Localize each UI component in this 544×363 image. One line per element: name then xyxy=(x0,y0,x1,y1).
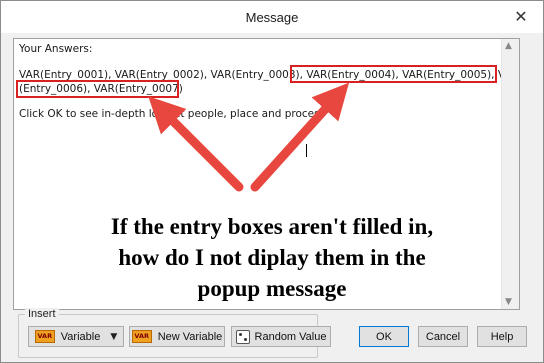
variable-dropdown-label: Variable xyxy=(60,330,101,343)
new-variable-button[interactable]: VAR New Variable xyxy=(129,326,225,347)
variable-dropdown[interactable]: VAR Variable ▼ xyxy=(28,326,124,347)
left-arrow xyxy=(148,96,244,192)
help-button[interactable]: Help xyxy=(477,326,527,347)
var-icon: VAR xyxy=(34,330,55,343)
random-value-label: Random Value xyxy=(254,330,327,343)
annotation-line-2: how do I not diplay them in the xyxy=(118,245,426,270)
annotation-line-1: If the entry boxes aren't filled in, xyxy=(110,214,434,239)
dice-icon xyxy=(235,329,250,344)
annotation-arrows xyxy=(148,82,350,192)
insert-label: Insert xyxy=(25,308,59,320)
chevron-down-icon: ▼ xyxy=(110,331,118,342)
ok-button[interactable]: OK xyxy=(359,326,409,347)
message-dialog: Message ✕ Your Answers: VAR(Entry_0001),… xyxy=(0,0,544,363)
cancel-button[interactable]: Cancel xyxy=(418,326,468,347)
annotation-line-3: popup message xyxy=(197,276,347,301)
random-value-button[interactable]: Random Value xyxy=(231,326,331,347)
new-variable-label: New Variable xyxy=(157,330,223,343)
new-var-icon: VAR xyxy=(131,330,152,343)
right-arrow xyxy=(250,82,350,192)
